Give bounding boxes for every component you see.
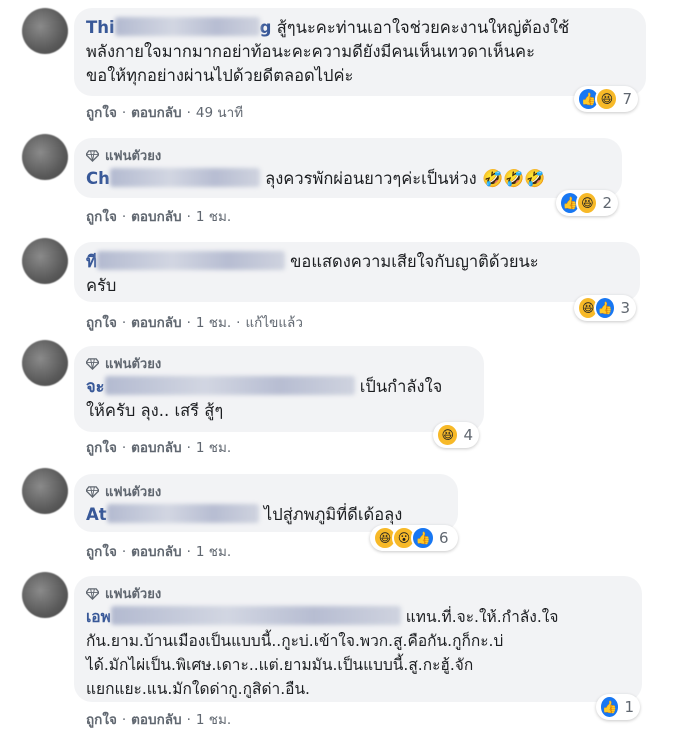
comment-actions: ถูกใจ · ตอบกลับ · 1 ชม. [86, 712, 232, 728]
blurred-name [110, 606, 401, 625]
commenter-name[interactable]: Ch [86, 168, 260, 188]
comment-bubble: แฟนตัวยง Ch ลุงควรพักผ่อนยาวๆค่ะเป็นห่วง… [74, 138, 622, 198]
comment-text: Thi g สู้ๆนะคะท่านเอาใจช่วยคะงานใหญ่ต้องใ… [86, 17, 570, 85]
blurred-name [109, 168, 260, 187]
comment-text: จะ เป็นกำลังใจ ให้ครับ ลุง.. เสรี สู้ๆ [86, 376, 443, 420]
reply-link[interactable]: ตอบกลับ [131, 544, 181, 560]
commenter-name[interactable]: Thi g [86, 17, 271, 37]
diamond-icon [86, 587, 99, 600]
top-fan-badge: แฟนตัวยง [86, 584, 628, 602]
reaction-summary[interactable]: 👍 1 [596, 694, 640, 720]
comment-bubble: แฟนตัวยง จะ เป็นกำลังใจ ให้ครับ ลุง.. เส… [74, 346, 484, 432]
diamond-icon [86, 149, 99, 162]
avatar[interactable] [22, 468, 68, 514]
like-link[interactable]: ถูกใจ [86, 315, 117, 331]
comment-actions: ถูกใจ · ตอบกลับ · 1 ชม. · แก้ไขแล้ว [86, 315, 303, 331]
top-fan-label: แฟนตัวยง [105, 586, 162, 602]
top-fan-badge: แฟนตัวยง [86, 146, 608, 164]
rofl-emoji: 🤣🤣🤣 [481, 169, 546, 189]
blurred-name [106, 504, 259, 523]
avatar[interactable] [22, 238, 68, 284]
reaction-summary[interactable]: 👍 😆 7 [574, 86, 638, 112]
like-link[interactable]: ถูกใจ [86, 105, 117, 121]
reaction-count: 6 [439, 529, 449, 547]
like-link[interactable]: ถูกใจ [86, 544, 117, 560]
reaction-count: 1 [624, 698, 634, 716]
timestamp[interactable]: 1 ชม. [196, 209, 231, 225]
commenter-name[interactable]: เอพ [86, 606, 401, 626]
diamond-icon [86, 357, 99, 370]
like-icon: 👍 [411, 526, 435, 550]
timestamp[interactable]: 1 ชม. [196, 544, 231, 560]
reply-link[interactable]: ตอบกลับ [131, 440, 181, 456]
like-link[interactable]: ถูกใจ [86, 440, 117, 456]
avatar[interactable] [22, 572, 68, 618]
blurred-name [114, 17, 260, 36]
blurred-name [96, 251, 285, 270]
timestamp[interactable]: 1 ชม. [196, 315, 231, 331]
like-icon: 👍 [599, 695, 621, 719]
reply-link[interactable]: ตอบกลับ [131, 315, 181, 331]
timestamp[interactable]: 1 ชม. [196, 440, 231, 456]
reaction-count: 2 [602, 194, 612, 212]
diamond-icon [86, 485, 99, 498]
haha-icon: 😆 [436, 423, 460, 447]
reply-link[interactable]: ตอบกลับ [131, 105, 181, 121]
comment-text: At ไปสู่ภพภูมิที่ดีเด้อลุง [86, 504, 403, 524]
comment-text: ที ขอแสดงความเสียใจกับญาติด้วยนะ ครับ [86, 251, 539, 295]
top-fan-label: แฟนตัวยง [105, 356, 162, 372]
reaction-count: 4 [463, 426, 473, 444]
reaction-count: 7 [622, 90, 632, 108]
avatar[interactable] [22, 340, 68, 386]
comment-actions: ถูกใจ · ตอบกลับ · 1 ชม. [86, 209, 232, 225]
reaction-count: 3 [620, 299, 630, 317]
reply-link[interactable]: ตอบกลับ [131, 712, 181, 728]
like-link[interactable]: ถูกใจ [86, 712, 117, 728]
top-fan-label: แฟนตัวยง [105, 484, 162, 500]
comment-bubble: ที ขอแสดงความเสียใจกับญาติด้วยนะ ครับ [74, 242, 640, 302]
comment-text: เอพ แทน.ที่.จะ.ให้.กำลัง.ใจ กัน.ยาม.บ้าน… [86, 606, 559, 698]
comment-bubble: แฟนตัวยง At ไปสู่ภพภูมิที่ดีเด้อลุง [74, 474, 458, 532]
reaction-summary[interactable]: 😆 😮 👍 6 [370, 525, 458, 551]
comment-bubble: แฟนตัวยง เอพ แทน.ที่.จะ.ให้.กำลัง.ใจ กัน… [74, 576, 642, 702]
blurred-name [104, 376, 355, 395]
comment-text: Ch ลุงควรพักผ่อนยาวๆค่ะเป็นห่วง 🤣🤣🤣 [86, 168, 546, 189]
timestamp[interactable]: 1 ชม. [196, 712, 231, 728]
comment-actions: ถูกใจ · ตอบกลับ · 1 ชม. [86, 544, 232, 560]
reaction-summary[interactable]: 😆 👍 3 [574, 295, 636, 321]
avatar[interactable] [22, 134, 68, 180]
top-fan-label: แฟนตัวยง [105, 148, 162, 164]
timestamp[interactable]: 49 นาที [196, 105, 243, 121]
comment-actions: ถูกใจ · ตอบกลับ · 1 ชม. [86, 440, 232, 456]
top-fan-badge: แฟนตัวยง [86, 482, 444, 500]
commenter-name[interactable]: จะ [86, 376, 355, 396]
reaction-summary[interactable]: 👍 😆 2 [556, 190, 618, 216]
commenter-name[interactable]: At [86, 504, 259, 524]
haha-icon: 😆 [576, 191, 599, 215]
comment-actions: ถูกใจ · ตอบกลับ · 49 นาที [86, 105, 244, 121]
haha-icon: 😆 [595, 87, 619, 111]
comment-bubble: Thi g สู้ๆนะคะท่านเอาใจช่วยคะงานใหญ่ต้องใ… [74, 8, 646, 96]
like-link[interactable]: ถูกใจ [86, 209, 117, 225]
reaction-summary[interactable]: 😆 4 [433, 422, 479, 448]
reply-link[interactable]: ตอบกลับ [131, 209, 181, 225]
avatar[interactable] [22, 8, 68, 54]
commenter-name[interactable]: ที [86, 251, 285, 271]
like-icon: 👍 [594, 296, 617, 320]
top-fan-badge: แฟนตัวยง [86, 354, 470, 372]
edited-label[interactable]: แก้ไขแล้ว [245, 315, 302, 331]
